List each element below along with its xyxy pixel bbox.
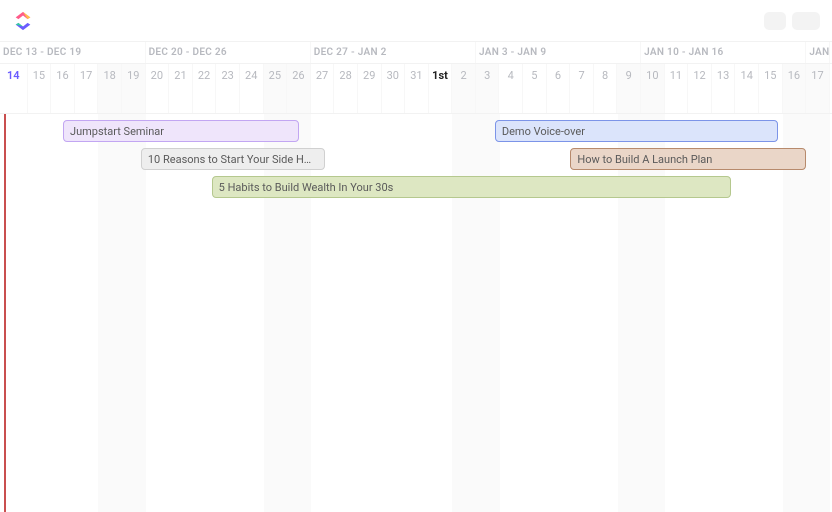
day-cell[interactable]: 17 (75, 64, 99, 113)
weekend-stripe (452, 114, 476, 512)
day-cell[interactable]: 12 (688, 64, 712, 113)
today-indicator (4, 114, 6, 512)
week-header: JAN (806, 42, 830, 63)
weekend-stripe (122, 114, 146, 512)
day-cell[interactable]: 19 (122, 64, 146, 113)
weekend-stripe (641, 114, 665, 512)
day-cell[interactable]: 18 (98, 64, 122, 113)
day-cell[interactable]: 15 (28, 64, 52, 113)
clickup-logo-icon (12, 10, 34, 32)
weekend-stripe (98, 114, 122, 512)
day-cell[interactable]: 24 (240, 64, 264, 113)
day-cell[interactable]: 28 (334, 64, 358, 113)
day-cell[interactable]: 6 (547, 64, 571, 113)
day-cell[interactable]: 16 (51, 64, 75, 113)
day-cell[interactable]: 5 (523, 64, 547, 113)
day-cell[interactable]: 8 (594, 64, 618, 113)
week-header: DEC 20 - DEC 26 (146, 42, 311, 63)
week-header: JAN 10 - JAN 16 (641, 42, 806, 63)
day-cell[interactable]: 27 (311, 64, 335, 113)
day-cell[interactable]: 11 (665, 64, 689, 113)
day-cell[interactable]: 15 (759, 64, 783, 113)
day-cell[interactable]: 31 (405, 64, 429, 113)
task-bar[interactable]: Demo Voice-over (495, 120, 778, 142)
weekend-stripe (476, 114, 500, 512)
day-cell[interactable]: 13 (712, 64, 736, 113)
weekend-stripe (264, 114, 288, 512)
header-controls (764, 12, 820, 30)
week-header: DEC 13 - DEC 19 (0, 42, 146, 63)
day-cell[interactable]: 23 (216, 64, 240, 113)
weekend-stripe (618, 114, 642, 512)
day-cell[interactable]: 4 (499, 64, 523, 113)
day-cell[interactable]: 21 (169, 64, 193, 113)
day-cell[interactable]: 30 (382, 64, 406, 113)
day-cell[interactable]: 14 (735, 64, 759, 113)
week-header: DEC 27 - JAN 2 (311, 42, 476, 63)
day-header-row: 1415161718192021222324252627282930311st2… (0, 64, 832, 114)
weekend-stripe (783, 114, 807, 512)
header-button-2[interactable] (792, 12, 820, 30)
day-cell[interactable]: 26 (287, 64, 311, 113)
day-cell[interactable]: 17 (806, 64, 830, 113)
weekend-stripe (806, 114, 830, 512)
day-cell[interactable]: 10 (641, 64, 665, 113)
day-cell[interactable]: 1st (429, 64, 453, 113)
week-header: JAN 3 - JAN 9 (476, 42, 641, 63)
task-bar[interactable]: 5 Habits to Build Wealth In Your 30s (212, 176, 731, 198)
timeline-chart-area[interactable]: Jumpstart Seminar Demo Voice-over 10 Reaso… (0, 114, 832, 512)
task-bar[interactable]: Jumpstart Seminar (63, 120, 299, 142)
day-cell[interactable]: 16 (783, 64, 807, 113)
header-button-1[interactable] (764, 12, 786, 30)
day-cell[interactable]: 14 (0, 64, 28, 113)
week-header-row: DEC 13 - DEC 19DEC 20 - DEC 26DEC 27 - J… (0, 42, 832, 64)
topbar (0, 0, 832, 42)
day-cell[interactable]: 2 (452, 64, 476, 113)
day-cell[interactable]: 7 (570, 64, 594, 113)
weekend-stripe (287, 114, 311, 512)
day-cell[interactable]: 3 (476, 64, 500, 113)
day-cell[interactable]: 9 (617, 64, 641, 113)
day-cell[interactable]: 25 (264, 64, 288, 113)
day-cell[interactable]: 22 (193, 64, 217, 113)
day-cell[interactable]: 29 (358, 64, 382, 113)
task-bar[interactable]: 10 Reasons to Start Your Side H… (141, 148, 325, 170)
task-bar[interactable]: How to Build A Launch Plan (570, 148, 806, 170)
day-cell[interactable]: 20 (146, 64, 170, 113)
